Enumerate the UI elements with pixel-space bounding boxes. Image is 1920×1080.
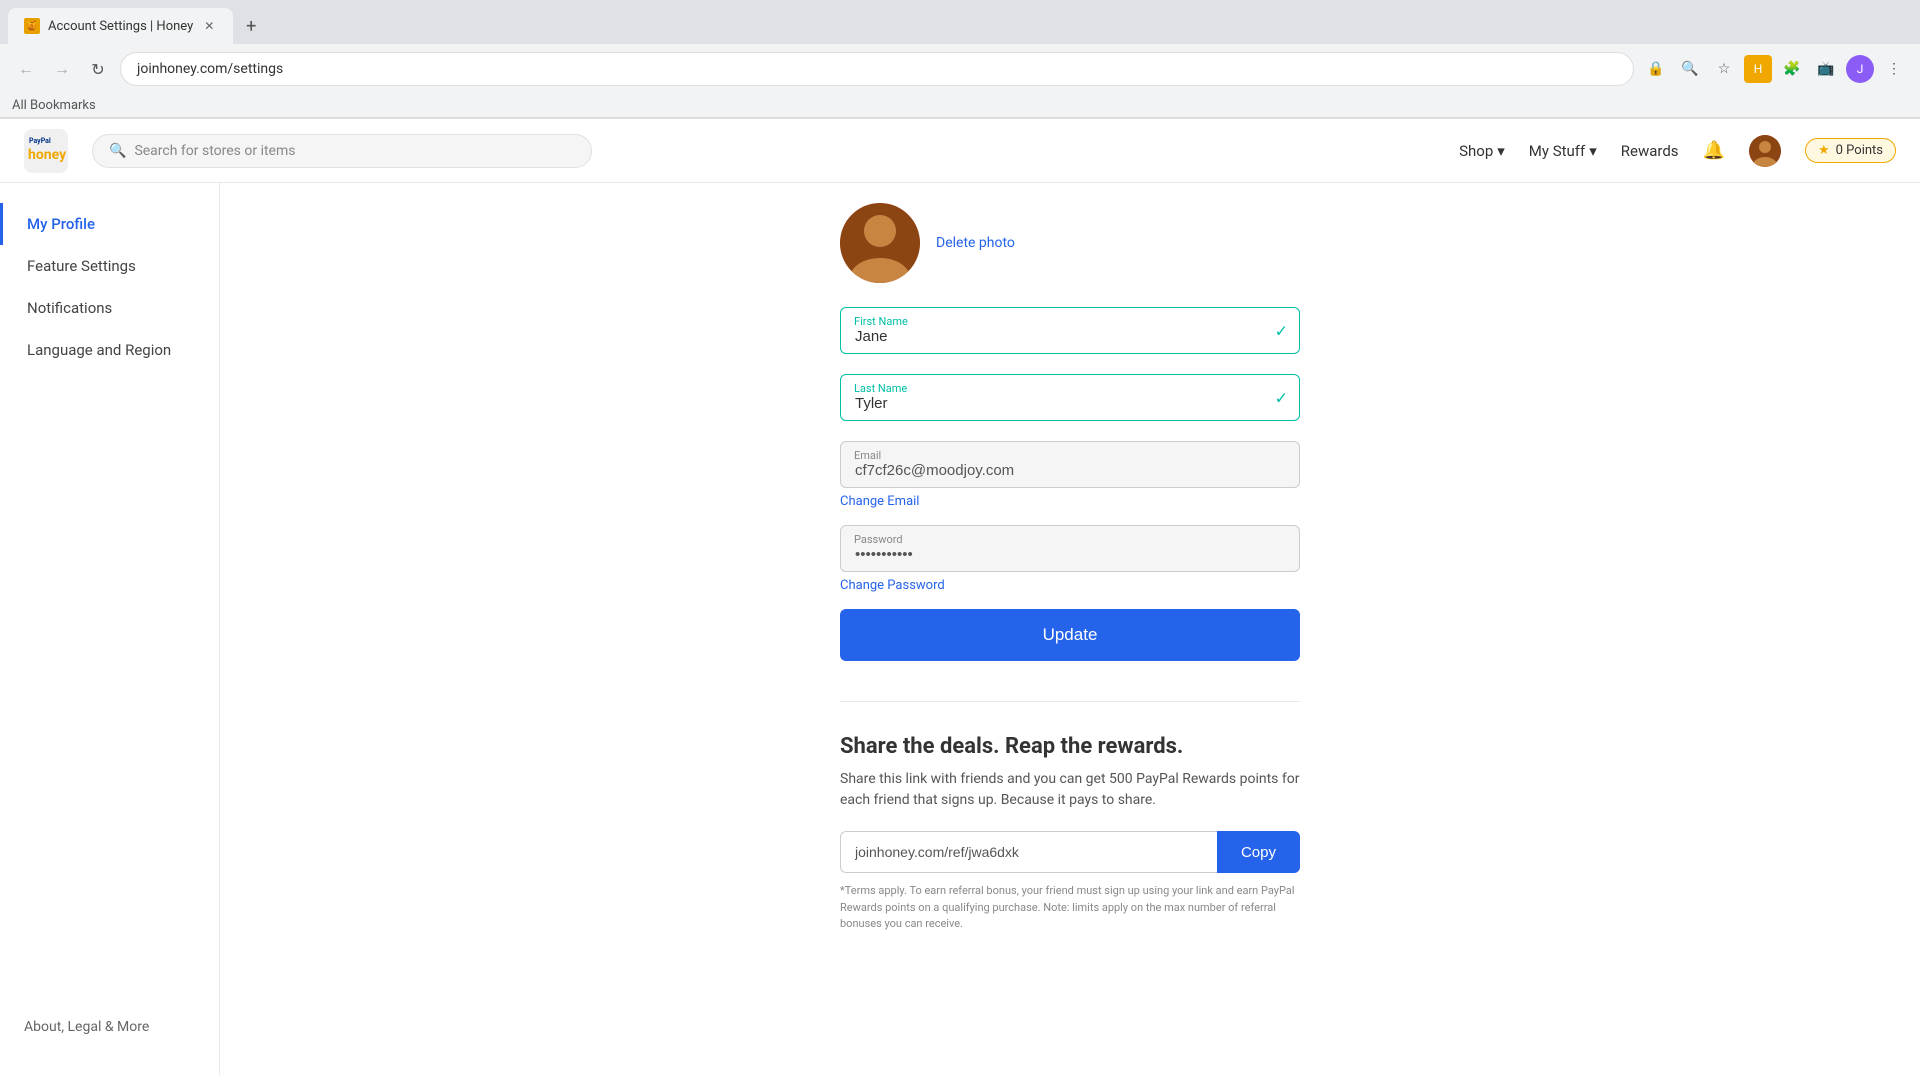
update-button[interactable]: Update (840, 609, 1300, 661)
first-name-input[interactable] (840, 307, 1300, 354)
photo-section: Delete photo (840, 203, 1300, 283)
tab-title: Account Settings | Honey (48, 19, 193, 34)
sidebar-item-language-region[interactable]: Language and Region (0, 329, 219, 371)
profile-photo-image (840, 203, 920, 283)
lock-icon[interactable]: 🔒 (1642, 55, 1670, 83)
browser-chrome: 🍯 Account Settings | Honey ✕ + ← → ↻ joi… (0, 0, 1920, 119)
svg-text:honey: honey (28, 147, 67, 163)
url-text: joinhoney.com/settings (137, 61, 1617, 77)
tab-bar: 🍯 Account Settings | Honey ✕ + (0, 0, 1920, 44)
sidebar: My Profile Feature Settings Notification… (0, 183, 220, 1075)
copy-button[interactable]: Copy (1217, 831, 1300, 873)
extensions-icon[interactable]: 🧩 (1778, 55, 1806, 83)
nav-links: Shop ▾ My Stuff ▾ Rewards 🔔 ★ 0 Points (1459, 135, 1896, 167)
search-bar[interactable]: 🔍 Search for stores or items (92, 134, 592, 168)
sidebar-item-my-profile[interactable]: My Profile (0, 203, 219, 245)
referral-description: Share this link with friends and you can… (840, 769, 1300, 811)
rewards-label: Rewards (1621, 142, 1679, 160)
referral-input-row: Copy (840, 831, 1300, 873)
first-name-check-icon: ✓ (1275, 321, 1288, 340)
mystuff-nav-link[interactable]: My Stuff ▾ (1529, 142, 1597, 160)
reload-button[interactable]: ↻ (84, 55, 112, 83)
points-star-icon: ★ (1818, 143, 1830, 158)
sidebar-about-legal[interactable]: About, Legal & More (24, 1011, 195, 1043)
referral-section: Share the deals. Reap the rewards. Share… (840, 734, 1300, 933)
tab-close-button[interactable]: ✕ (201, 18, 217, 34)
browser-toolbar: ← → ↻ joinhoney.com/settings 🔒 🔍 ☆ H 🧩 📺… (0, 44, 1920, 94)
section-divider (840, 701, 1300, 702)
mystuff-chevron-icon: ▾ (1589, 142, 1597, 160)
menu-icon[interactable]: ⋮ (1880, 55, 1908, 83)
email-input[interactable] (840, 441, 1300, 488)
mystuff-label: My Stuff (1529, 142, 1585, 160)
points-badge[interactable]: ★ 0 Points (1805, 138, 1896, 163)
sidebar-item-notifications[interactable]: Notifications (0, 287, 219, 329)
rewards-nav-link[interactable]: Rewards (1621, 142, 1679, 160)
password-input[interactable] (840, 525, 1300, 572)
sidebar-bottom: About, Legal & More (0, 999, 219, 1055)
sidebar-nav: My Profile Feature Settings Notification… (0, 203, 219, 999)
main-content: My Profile Feature Settings Notification… (0, 183, 1920, 1075)
referral-link-input[interactable] (840, 831, 1217, 873)
change-password-link[interactable]: Change Password (840, 578, 1300, 593)
logo-svg: PayPal honey (24, 129, 68, 173)
email-field: Email (840, 441, 1300, 488)
last-name-check-icon: ✓ (1275, 388, 1288, 407)
search-placeholder: Search for stores or items (134, 143, 295, 159)
sidebar-item-label: My Profile (27, 215, 95, 233)
change-email-link[interactable]: Change Email (840, 494, 1300, 509)
new-tab-button[interactable]: + (237, 12, 265, 40)
address-bar[interactable]: joinhoney.com/settings (120, 52, 1634, 86)
honey-extension-icon[interactable]: H (1744, 55, 1772, 83)
points-label: 0 Points (1836, 143, 1883, 158)
referral-terms: *Terms apply. To earn referral bonus, yo… (840, 883, 1300, 933)
sidebar-item-label: Notifications (27, 299, 112, 317)
back-button[interactable]: ← (12, 55, 40, 83)
sidebar-item-label: Feature Settings (27, 257, 136, 275)
content-inner: Delete photo First Name ✓ Last Name ✓ (820, 203, 1320, 933)
sidebar-item-label: Language and Region (27, 341, 171, 359)
sidebar-item-feature-settings[interactable]: Feature Settings (0, 245, 219, 287)
app-container: PayPal honey 🔍 Search for stores or item… (0, 119, 1920, 1075)
cast-icon[interactable]: 📺 (1812, 55, 1840, 83)
notifications-bell-icon[interactable]: 🔔 (1703, 140, 1725, 161)
active-tab[interactable]: 🍯 Account Settings | Honey ✕ (8, 8, 233, 44)
password-field: Password (840, 525, 1300, 572)
content-area: Delete photo First Name ✓ Last Name ✓ (220, 183, 1920, 1075)
last-name-input[interactable] (840, 374, 1300, 421)
bookmarks-label[interactable]: All Bookmarks (12, 98, 96, 113)
profile-photo (840, 203, 920, 283)
shop-label: Shop (1459, 142, 1493, 160)
delete-photo-link[interactable]: Delete photo (936, 235, 1015, 251)
logo[interactable]: PayPal honey (24, 129, 68, 173)
search-icon: 🔍 (109, 143, 126, 159)
tab-favicon: 🍯 (24, 18, 40, 34)
user-avatar[interactable] (1749, 135, 1781, 167)
first-name-field: First Name ✓ (840, 307, 1300, 354)
chrome-profile-icon[interactable]: J (1846, 55, 1874, 83)
zoom-icon[interactable]: 🔍 (1676, 55, 1704, 83)
bookmark-star-icon[interactable]: ☆ (1710, 55, 1738, 83)
svg-text:PayPal: PayPal (29, 137, 51, 145)
last-name-field: Last Name ✓ (840, 374, 1300, 421)
forward-button[interactable]: → (48, 55, 76, 83)
bookmarks-bar: All Bookmarks (0, 94, 1920, 118)
toolbar-icons: 🔒 🔍 ☆ H 🧩 📺 J ⋮ (1642, 55, 1908, 83)
shop-nav-link[interactable]: Shop ▾ (1459, 142, 1505, 160)
shop-chevron-icon: ▾ (1497, 142, 1505, 160)
avatar-image (1749, 135, 1781, 167)
top-nav: PayPal honey 🔍 Search for stores or item… (0, 119, 1920, 183)
referral-title: Share the deals. Reap the rewards. (840, 734, 1300, 759)
